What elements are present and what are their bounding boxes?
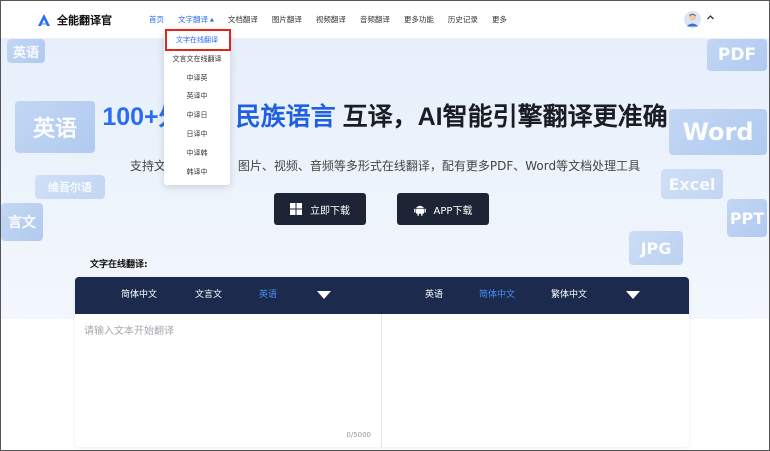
hero-title-highlight: 民族语言 [235, 103, 336, 131]
nav-history-label: 历史记录 [447, 14, 478, 24]
tile-pdf-label: PDF [717, 45, 757, 65]
dropdown-item-ko-zh[interactable]: 韩译中 [164, 163, 230, 182]
source-lang-dropdown-icon[interactable] [317, 290, 331, 300]
nav-home[interactable]: 首页 [149, 1, 164, 39]
app-download-button-label: APP下载 [433, 205, 473, 217]
dropdown-item-classical-online[interactable]: 文言文在线翻译 [164, 50, 230, 69]
tile-jpg-label: JPG [640, 238, 672, 258]
tile-jpg: JPG [629, 231, 683, 265]
dropdown-item-zh-en[interactable]: 中译英 [164, 69, 230, 88]
tile-english: 英语 [7, 39, 45, 63]
top-nav-bar: 全能翻译官 首页 文字翻译 ▲ 文档翻译 图片翻译 视频翻译 音频翻译 更多功能 … [1, 1, 769, 39]
app-download-button[interactable]: APP下载 [397, 193, 489, 225]
user-icon [684, 11, 701, 28]
tile-pdf: PDF [707, 39, 767, 71]
tile-uyghur-label: 维吾尔语 [48, 181, 92, 194]
brand-name: 全能翻译官 [57, 13, 112, 27]
nav-more[interactable]: 更多 [492, 1, 507, 39]
char-count: 0/5000 [346, 431, 371, 439]
nav-audio-translate-label: 音频翻译 [359, 14, 390, 24]
hero-title: 100+外 民族语言 互译，AI智能引擎翻译更准确 [1, 97, 769, 133]
tile-ppt-label: PPT [729, 208, 765, 228]
download-button-label: 立即下载 [310, 205, 350, 217]
brand[interactable]: 全能翻译官 [37, 12, 149, 28]
tile-english-label: 英语 [12, 45, 39, 61]
android-icon [413, 205, 426, 216]
chevron-up-icon[interactable] [706, 13, 715, 22]
translator-panel: 简体中文 文言文 英语 英语 简体中文 繁体中文 0/5000 [75, 277, 689, 447]
nav-more-features-label: 更多功能 [403, 14, 434, 24]
hero-subtitle: 支持文字 图片、视频、音频等多形式在线翻译，配有更多PDF、Word等文档处理工具 [1, 157, 769, 174]
target-lang-simplified-chinese[interactable]: 简体中文 [479, 277, 515, 314]
nav-audio-translate[interactable]: 音频翻译 [360, 1, 390, 39]
dropdown-item-zh-ja[interactable]: 中译日 [164, 106, 230, 125]
tile-uyghur: 维吾尔语 [35, 175, 105, 199]
nav-doc-translate-label: 文档翻译 [227, 14, 258, 24]
hero-subtitle-part2: 图片、视频、音频等多形式在线翻译，配有更多PDF、Word等文档处理工具 [237, 159, 641, 173]
nav-more-features[interactable]: 更多功能 [404, 1, 434, 39]
dropdown-item-ja-zh[interactable]: 日译中 [164, 125, 230, 144]
nav-doc-translate[interactable]: 文档翻译 [228, 1, 258, 39]
target-lang-dropdown-icon[interactable] [626, 290, 640, 300]
hero-title-part3: 互译，AI智能引擎翻译更准确 [342, 103, 668, 131]
chevron-up-icon: ▲ [210, 16, 214, 23]
nav-image-translate-label: 图片翻译 [271, 14, 302, 24]
source-lang-classical-chinese[interactable]: 文言文 [195, 277, 222, 314]
tile-vernacular-label: 言文 [8, 215, 36, 231]
tile-vernacular: 言文 [1, 203, 43, 241]
target-lang-english[interactable]: 英语 [425, 277, 443, 314]
language-bar: 简体中文 文言文 英语 英语 简体中文 繁体中文 [75, 277, 689, 314]
nav-image-translate[interactable]: 图片翻译 [272, 1, 302, 39]
download-button[interactable]: 立即下载 [274, 193, 366, 225]
source-lang-simplified-chinese[interactable]: 简体中文 [121, 277, 157, 314]
tile-ppt: PPT [727, 199, 767, 237]
windows-icon [290, 203, 302, 215]
tile-excel-label: Excel [668, 174, 716, 194]
app-logo-icon [38, 13, 50, 26]
user-avatar[interactable] [684, 11, 701, 28]
source-text-input[interactable] [84, 322, 374, 422]
text-translate-dropdown: 文字在线翻译 文言文在线翻译 中译英 英译中 中译日 日译中 中译韩 韩译中 [164, 29, 230, 185]
dropdown-item-zh-ko[interactable]: 中译韩 [164, 144, 230, 163]
target-lang-traditional-chinese[interactable]: 繁体中文 [551, 277, 587, 314]
nav-history[interactable]: 历史记录 [448, 1, 478, 39]
nav-more-label: 更多 [491, 14, 507, 24]
source-text-area: 0/5000 [75, 314, 382, 447]
source-lang-english[interactable]: 英语 [259, 277, 277, 314]
dropdown-item-en-zh[interactable]: 英译中 [164, 87, 230, 106]
section-label: 文字在线翻译: [90, 260, 148, 270]
nav-video-translate-label: 视频翻译 [315, 14, 346, 24]
nav-text-translate-label: 文字翻译 [178, 14, 208, 24]
dropdown-item-text-online[interactable]: 文字在线翻译 [164, 31, 230, 50]
nav-video-translate[interactable]: 视频翻译 [316, 1, 346, 39]
